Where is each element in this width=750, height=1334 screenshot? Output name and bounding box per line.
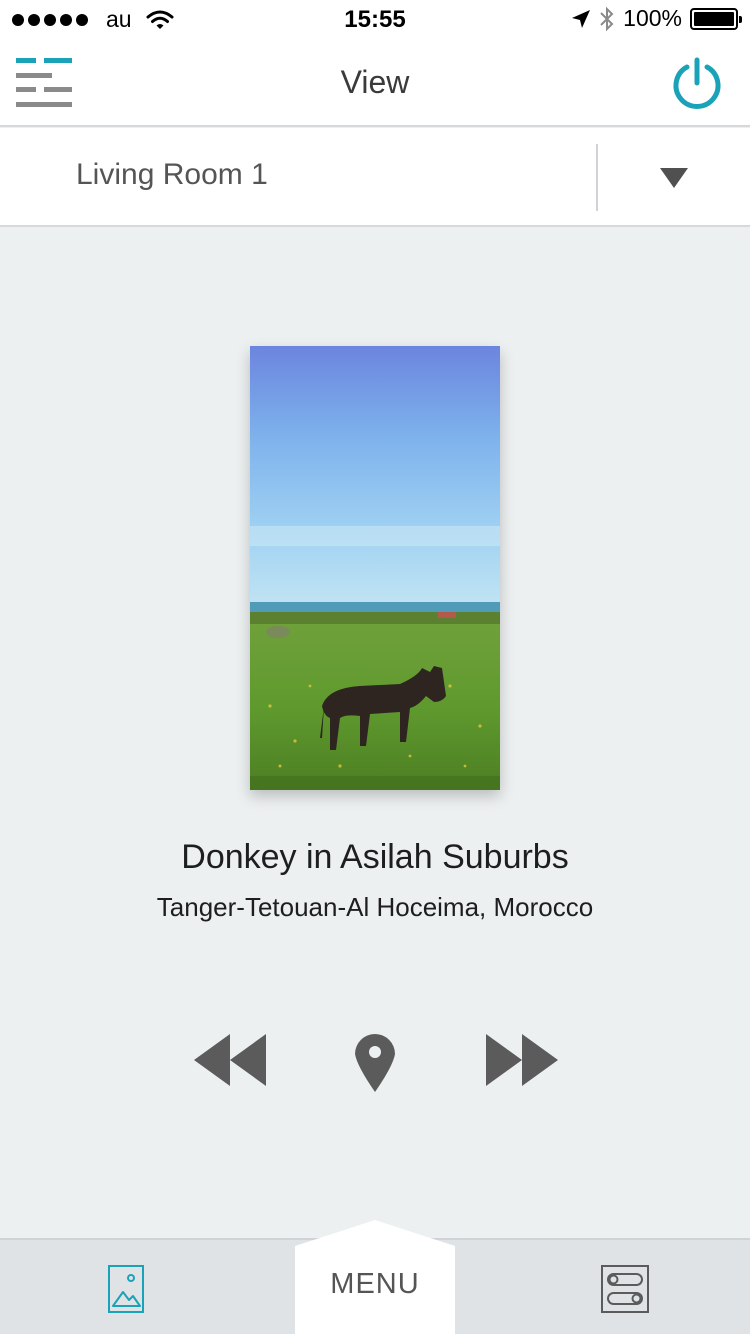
- bluetooth-icon: [600, 6, 614, 31]
- rewind-icon: [194, 1034, 266, 1086]
- triangle-down-icon: [660, 168, 688, 188]
- photo-location: Tanger-Tetouan-Al Hoceima, Morocco: [156, 892, 594, 922]
- location-button[interactable]: [353, 1032, 397, 1092]
- battery-percent: 100%: [623, 5, 682, 31]
- status-right: 100%: [571, 5, 742, 32]
- photo-thumbnail[interactable]: [250, 346, 500, 790]
- previous-button[interactable]: [194, 1034, 268, 1086]
- toggle-settings-icon[interactable]: [600, 1264, 650, 1314]
- location-arrow-icon: [572, 9, 591, 28]
- room-dropdown-button[interactable]: [598, 128, 750, 225]
- fast-forward-icon: [486, 1034, 558, 1086]
- room-selector[interactable]: Living Room 1: [0, 128, 750, 227]
- next-button[interactable]: [484, 1034, 558, 1086]
- power-icon[interactable]: [670, 56, 724, 110]
- selected-room: Living Room 1: [76, 158, 268, 191]
- photo-title: Donkey in Asilah Suburbs: [181, 838, 569, 876]
- menu-label: MENU: [330, 1268, 420, 1300]
- image-gallery-icon[interactable]: [107, 1264, 145, 1314]
- nav-header: View: [0, 40, 750, 127]
- menu-tab-button[interactable]: MENU: [295, 1220, 455, 1334]
- battery-level: [694, 11, 734, 26]
- status-bar: au 15:55 100%: [0, 0, 750, 40]
- battery-icon: [690, 7, 742, 30]
- map-pin-icon: [355, 1034, 395, 1092]
- page-title: View: [340, 64, 410, 100]
